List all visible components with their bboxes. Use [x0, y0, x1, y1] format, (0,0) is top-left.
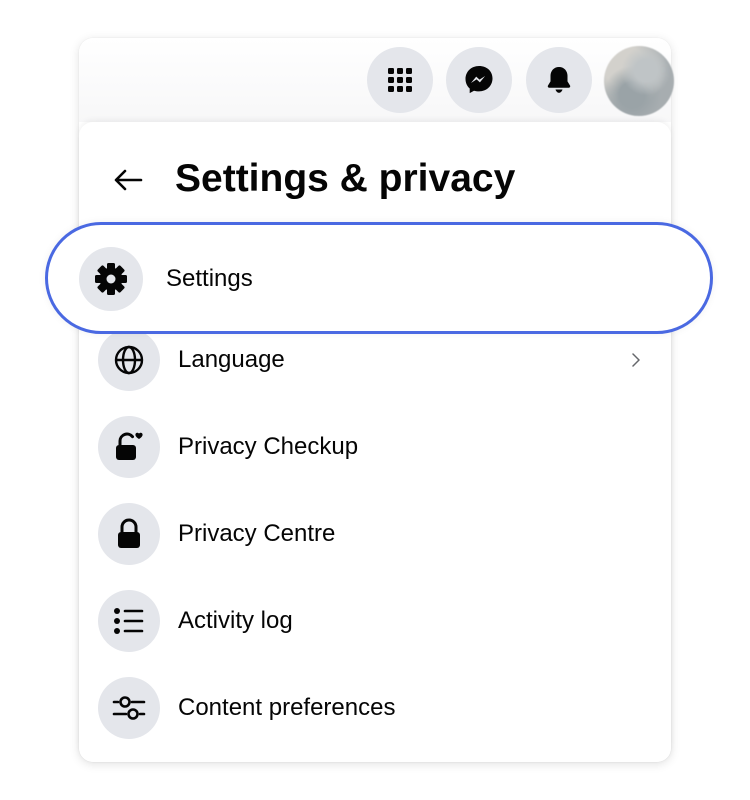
- notifications-bell-icon: [547, 67, 571, 93]
- panel-title: Settings & privacy: [175, 157, 516, 200]
- menu-item-label: Content preferences: [178, 694, 396, 721]
- gear-icon-container: [79, 247, 143, 311]
- menu-grid-button[interactable]: [367, 47, 433, 113]
- menu-item-content-preferences[interactable]: Content preferences: [79, 665, 671, 751]
- menu-item-label: Privacy Centre: [178, 520, 336, 547]
- globe-icon: [114, 345, 144, 375]
- globe-icon-container: [98, 329, 160, 391]
- lock-icon: [118, 518, 140, 548]
- menu-item-label: Activity log: [178, 607, 293, 634]
- back-arrow-icon: [114, 169, 143, 191]
- list-icon: [114, 608, 144, 634]
- menu-item-privacy-checkup[interactable]: Privacy Checkup: [79, 404, 671, 490]
- menu-item-label: Language: [178, 346, 285, 373]
- menu-item-privacy-centre[interactable]: Privacy Centre: [79, 491, 671, 577]
- messenger-button[interactable]: [446, 47, 512, 113]
- list-icon-container: [98, 590, 160, 652]
- menu-item-settings[interactable]: Settings: [45, 222, 713, 334]
- lock-heart-icon: [116, 432, 143, 460]
- sliders-icon-container: [98, 677, 160, 739]
- menu-grid-icon: [388, 68, 412, 92]
- notifications-button[interactable]: [526, 47, 592, 113]
- lock-heart-icon-container: [98, 416, 160, 478]
- profile-avatar[interactable]: [604, 46, 674, 116]
- messenger-icon: [465, 66, 493, 94]
- gear-icon: [95, 263, 127, 295]
- chevron-right-icon: [629, 345, 643, 375]
- sliders-icon: [112, 696, 146, 720]
- back-button[interactable]: [111, 160, 145, 200]
- menu-item-label: Settings: [166, 265, 253, 292]
- menu-item-activity-log[interactable]: Activity log: [79, 578, 671, 664]
- lock-icon-container: [98, 503, 160, 565]
- menu-item-label: Privacy Checkup: [178, 433, 359, 460]
